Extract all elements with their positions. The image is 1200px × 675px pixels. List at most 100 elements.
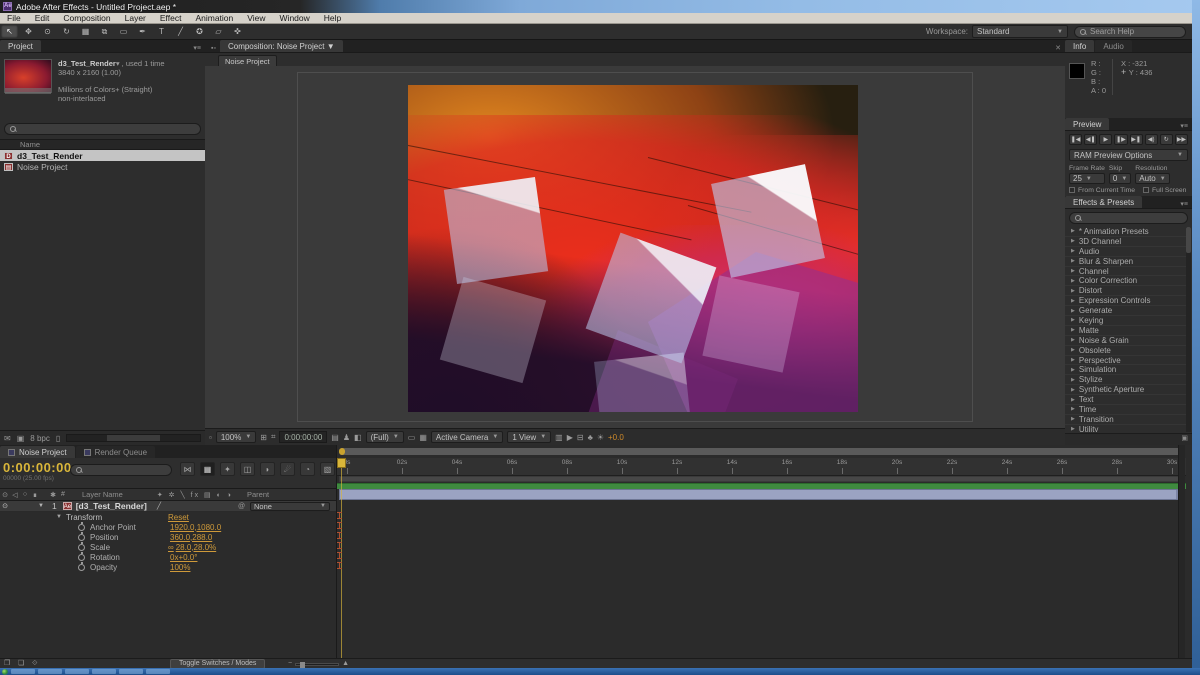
mask-shape-tool[interactable]: ▭	[115, 25, 132, 38]
transparency-grid-icon[interactable]: ▦	[419, 433, 427, 442]
expand-arrow-icon[interactable]: ▶	[1071, 258, 1075, 264]
expand-arrow-icon[interactable]: ▶	[1071, 308, 1075, 314]
draft-3d-icon[interactable]: ▦	[200, 462, 215, 476]
project-name-column-header[interactable]: Name	[0, 139, 205, 150]
timeline-track-area[interactable]: 0s02s04s06s08s10s12s14s16s18s20s22s24s26…	[336, 445, 1185, 668]
expand-arrow-icon[interactable]: ▶	[1071, 248, 1075, 254]
info-tab[interactable]: Audio	[1095, 40, 1131, 52]
zoom-tool[interactable]: ⊙	[39, 25, 56, 38]
project-item[interactable]: ▤ Noise Project	[0, 161, 205, 172]
region-of-interest-icon[interactable]: ▭	[408, 433, 416, 442]
transform-property-row[interactable]: Anchor Point 1920.0,1080.0	[0, 522, 336, 532]
magnification-dropdown[interactable]: 100% ▼	[216, 431, 256, 443]
full-screen-checkbox[interactable]: Full Screen	[1143, 187, 1186, 194]
menu-item[interactable]: Composition	[56, 13, 117, 24]
expand-arrow-icon[interactable]: ▶	[1071, 387, 1075, 393]
first-frame-button[interactable]: ❚◀	[1069, 134, 1082, 145]
zoom-slider-thumb[interactable]	[300, 662, 305, 668]
property-value[interactable]: 0x+0.0°	[168, 553, 197, 562]
effects-category[interactable]: ▶ 3D Channel	[1065, 237, 1186, 247]
pixel-aspect-correction-icon[interactable]: ▥	[555, 433, 563, 442]
menu-item[interactable]: Animation	[188, 13, 240, 24]
ram-preview-button[interactable]: ▶▶	[1175, 134, 1188, 145]
zoom-out-icon[interactable]: −	[288, 661, 292, 667]
eraser-tool[interactable]: ▱	[210, 25, 227, 38]
pen-tool[interactable]: ✒	[134, 25, 151, 38]
effects-category[interactable]: ▶ Blur & Sharpen	[1065, 257, 1186, 267]
menu-item[interactable]: View	[240, 13, 272, 24]
effects-scrollbar[interactable]	[1186, 227, 1191, 432]
panel-menu-icon[interactable]: ▾≡	[189, 44, 205, 52]
composition-mini-flowchart-icon[interactable]: ⋈	[180, 462, 195, 476]
clone-stamp-tool[interactable]: ✪	[191, 25, 208, 38]
stopwatch-icon[interactable]	[78, 524, 85, 531]
preview-resolution-dropdown[interactable]: Auto ▼	[1135, 173, 1169, 184]
zoom-in-icon[interactable]: ▲	[342, 661, 349, 667]
time-ruler[interactable]: 0s02s04s06s08s10s12s14s16s18s20s22s24s26…	[337, 458, 1186, 476]
taskbar-item[interactable]	[146, 669, 170, 674]
parent-pickwhip-icon[interactable]: @	[238, 503, 245, 510]
effects-category[interactable]: ▶ Synthetic Aperture	[1065, 385, 1186, 395]
menu-item[interactable]: Effect	[153, 13, 189, 24]
brainstorm-icon[interactable]: ☄	[280, 462, 295, 476]
effects-category[interactable]: ▶ Transition	[1065, 415, 1186, 425]
tab-composition[interactable]: Composition: Noise Project ▼	[220, 40, 343, 52]
resolution-dropdown[interactable]: (Full) ▼	[366, 431, 404, 443]
expand-arrow-icon[interactable]: ▶	[1071, 416, 1075, 422]
taskbar-item[interactable]	[38, 669, 62, 674]
quality-icon[interactable]: ╱	[157, 502, 161, 510]
hide-shy-layers-icon[interactable]: ✦	[220, 462, 235, 476]
layer-expand-arrow[interactable]: ▼	[38, 503, 44, 509]
tab-project[interactable]: Project	[0, 40, 41, 52]
stopwatch-icon[interactable]	[78, 554, 85, 561]
navigator-start-handle[interactable]	[339, 448, 345, 455]
effects-category[interactable]: ▶ Perspective	[1065, 356, 1186, 366]
flowchart-icon[interactable]: ♣	[588, 433, 593, 442]
active-camera-dropdown[interactable]: Active Camera ▼	[431, 431, 503, 443]
layer-name[interactable]: [d3_Test_Render]	[76, 501, 147, 511]
effects-category[interactable]: ▶ * Animation Presets	[1065, 227, 1186, 237]
project-horizontal-scrollbar[interactable]	[66, 434, 201, 442]
taskbar-item[interactable]	[119, 669, 143, 674]
transform-group-row[interactable]: ▼ Transform Reset	[0, 512, 336, 522]
start-button[interactable]	[2, 669, 8, 675]
selection-tool[interactable]: ↖	[1, 25, 18, 38]
project-item[interactable]: D d3_Test_Render	[0, 150, 205, 161]
brush-tool[interactable]: ╱	[172, 25, 189, 38]
effects-category[interactable]: ▶ Simulation	[1065, 365, 1186, 375]
timeline-button-icon[interactable]: ⊟	[577, 433, 584, 442]
viewer-timecode[interactable]: 0:00:00:00	[279, 431, 327, 443]
effects-category[interactable]: ▶ Keying	[1065, 316, 1186, 326]
type-tool[interactable]: T	[153, 25, 170, 38]
from-current-time-checkbox[interactable]: From Current Time	[1069, 187, 1135, 194]
expand-arrow-icon[interactable]: ▶	[1071, 347, 1075, 353]
title-bar[interactable]: Ae Adobe After Effects - Untitled Projec…	[0, 0, 1200, 13]
taskbar-item[interactable]	[11, 669, 35, 674]
timeline-tab[interactable]: Render Queue	[76, 446, 155, 458]
expand-arrow-icon[interactable]: ▶	[1071, 357, 1075, 363]
property-value[interactable]: 360.0,288.0	[168, 533, 212, 542]
layer-duration-bar[interactable]	[339, 489, 1182, 500]
menu-item[interactable]: File	[0, 13, 28, 24]
exposure-value[interactable]: +0.0	[608, 433, 624, 442]
time-navigator-bar[interactable]	[339, 448, 1184, 455]
skip-dropdown[interactable]: 0 ▼	[1109, 173, 1131, 184]
menu-item[interactable]: Layer	[118, 13, 153, 24]
effects-category[interactable]: ▶ Stylize	[1065, 375, 1186, 385]
interpret-footage-icon[interactable]: ✉	[4, 434, 11, 443]
taskbar-item[interactable]	[65, 669, 89, 674]
expand-arrow-icon[interactable]: ▶	[1071, 238, 1075, 244]
frame-rate-dropdown[interactable]: 25 ▼	[1069, 173, 1105, 184]
last-frame-button[interactable]: ▶❚	[1130, 134, 1143, 145]
effects-category[interactable]: ▶ Audio	[1065, 247, 1186, 257]
always-preview-icon[interactable]: ▫	[209, 433, 212, 442]
pan-behind-tool[interactable]: ⧉	[96, 25, 113, 38]
motion-blur-icon[interactable]: ◗	[260, 462, 275, 476]
transform-property-row[interactable]: Rotation 0x+0.0°	[0, 552, 336, 562]
reset-exposure-icon[interactable]: ☀	[597, 433, 604, 442]
timeline-zoom-slider[interactable]: − ▲	[288, 661, 349, 667]
view-layout-dropdown[interactable]: 1 View ▼	[507, 431, 551, 443]
show-channel-icon[interactable]: ◧	[354, 433, 362, 442]
rotation-tool[interactable]: ↻	[58, 25, 75, 38]
effects-category[interactable]: ▶ Generate	[1065, 306, 1186, 316]
